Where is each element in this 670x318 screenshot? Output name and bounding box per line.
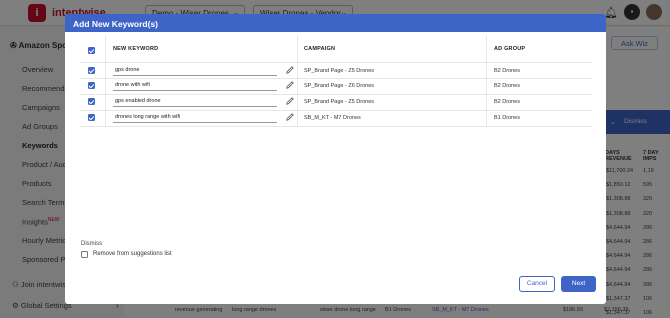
divider xyxy=(297,36,298,126)
row-ad-group: B1 Drones xyxy=(494,115,520,121)
header-campaign: CAMPAIGN xyxy=(304,46,336,52)
header-ad-group: AD GROUP xyxy=(494,46,526,52)
remove-from-suggestions-checkbox[interactable] xyxy=(81,251,88,258)
keyword-input[interactable] xyxy=(113,80,277,91)
add-keyword-modal: Add New Keyword(s) NEW KEYWORD CAMPAIGN … xyxy=(65,14,606,304)
modal-title: Add New Keyword(s) xyxy=(73,19,159,29)
keyword-input[interactable] xyxy=(113,112,277,123)
select-all-checkbox[interactable] xyxy=(88,47,95,54)
dismiss-label: Dismiss xyxy=(81,241,102,247)
modal-header: Add New Keyword(s) xyxy=(65,14,606,32)
divider xyxy=(105,36,106,126)
keyword-input[interactable] xyxy=(113,96,277,107)
row-ad-group: B2 Drones xyxy=(494,83,520,89)
remove-from-suggestions-label[interactable]: Remove from suggestions list xyxy=(93,251,172,257)
cancel-button[interactable]: Cancel xyxy=(519,276,555,292)
divider xyxy=(486,36,487,126)
row-checkbox[interactable] xyxy=(88,67,95,74)
row-checkbox[interactable] xyxy=(88,114,95,121)
keyword-input[interactable] xyxy=(113,65,277,76)
next-button[interactable]: Next xyxy=(561,276,596,292)
row-ad-group: B2 Drones xyxy=(494,68,520,74)
pencil-icon[interactable] xyxy=(286,81,294,89)
row-campaign: SP_Brand Page - Z6 Drones xyxy=(304,83,375,89)
divider xyxy=(80,126,592,127)
divider xyxy=(80,62,592,63)
row-checkbox[interactable] xyxy=(88,82,95,89)
divider xyxy=(80,94,592,95)
divider xyxy=(80,78,592,79)
row-campaign: SP_Brand Page - Z5 Drones xyxy=(304,99,375,105)
row-campaign: SB_M_KT - M7 Drones xyxy=(304,115,361,121)
pencil-icon[interactable] xyxy=(286,66,294,74)
row-campaign: SP_Brand Page - Z5 Drones xyxy=(304,68,375,74)
header-new-keyword: NEW KEYWORD xyxy=(113,46,159,52)
row-checkbox[interactable] xyxy=(88,98,95,105)
divider xyxy=(80,110,592,111)
pencil-icon[interactable] xyxy=(286,113,294,121)
pencil-icon[interactable] xyxy=(286,97,294,105)
row-ad-group: B2 Drones xyxy=(494,99,520,105)
